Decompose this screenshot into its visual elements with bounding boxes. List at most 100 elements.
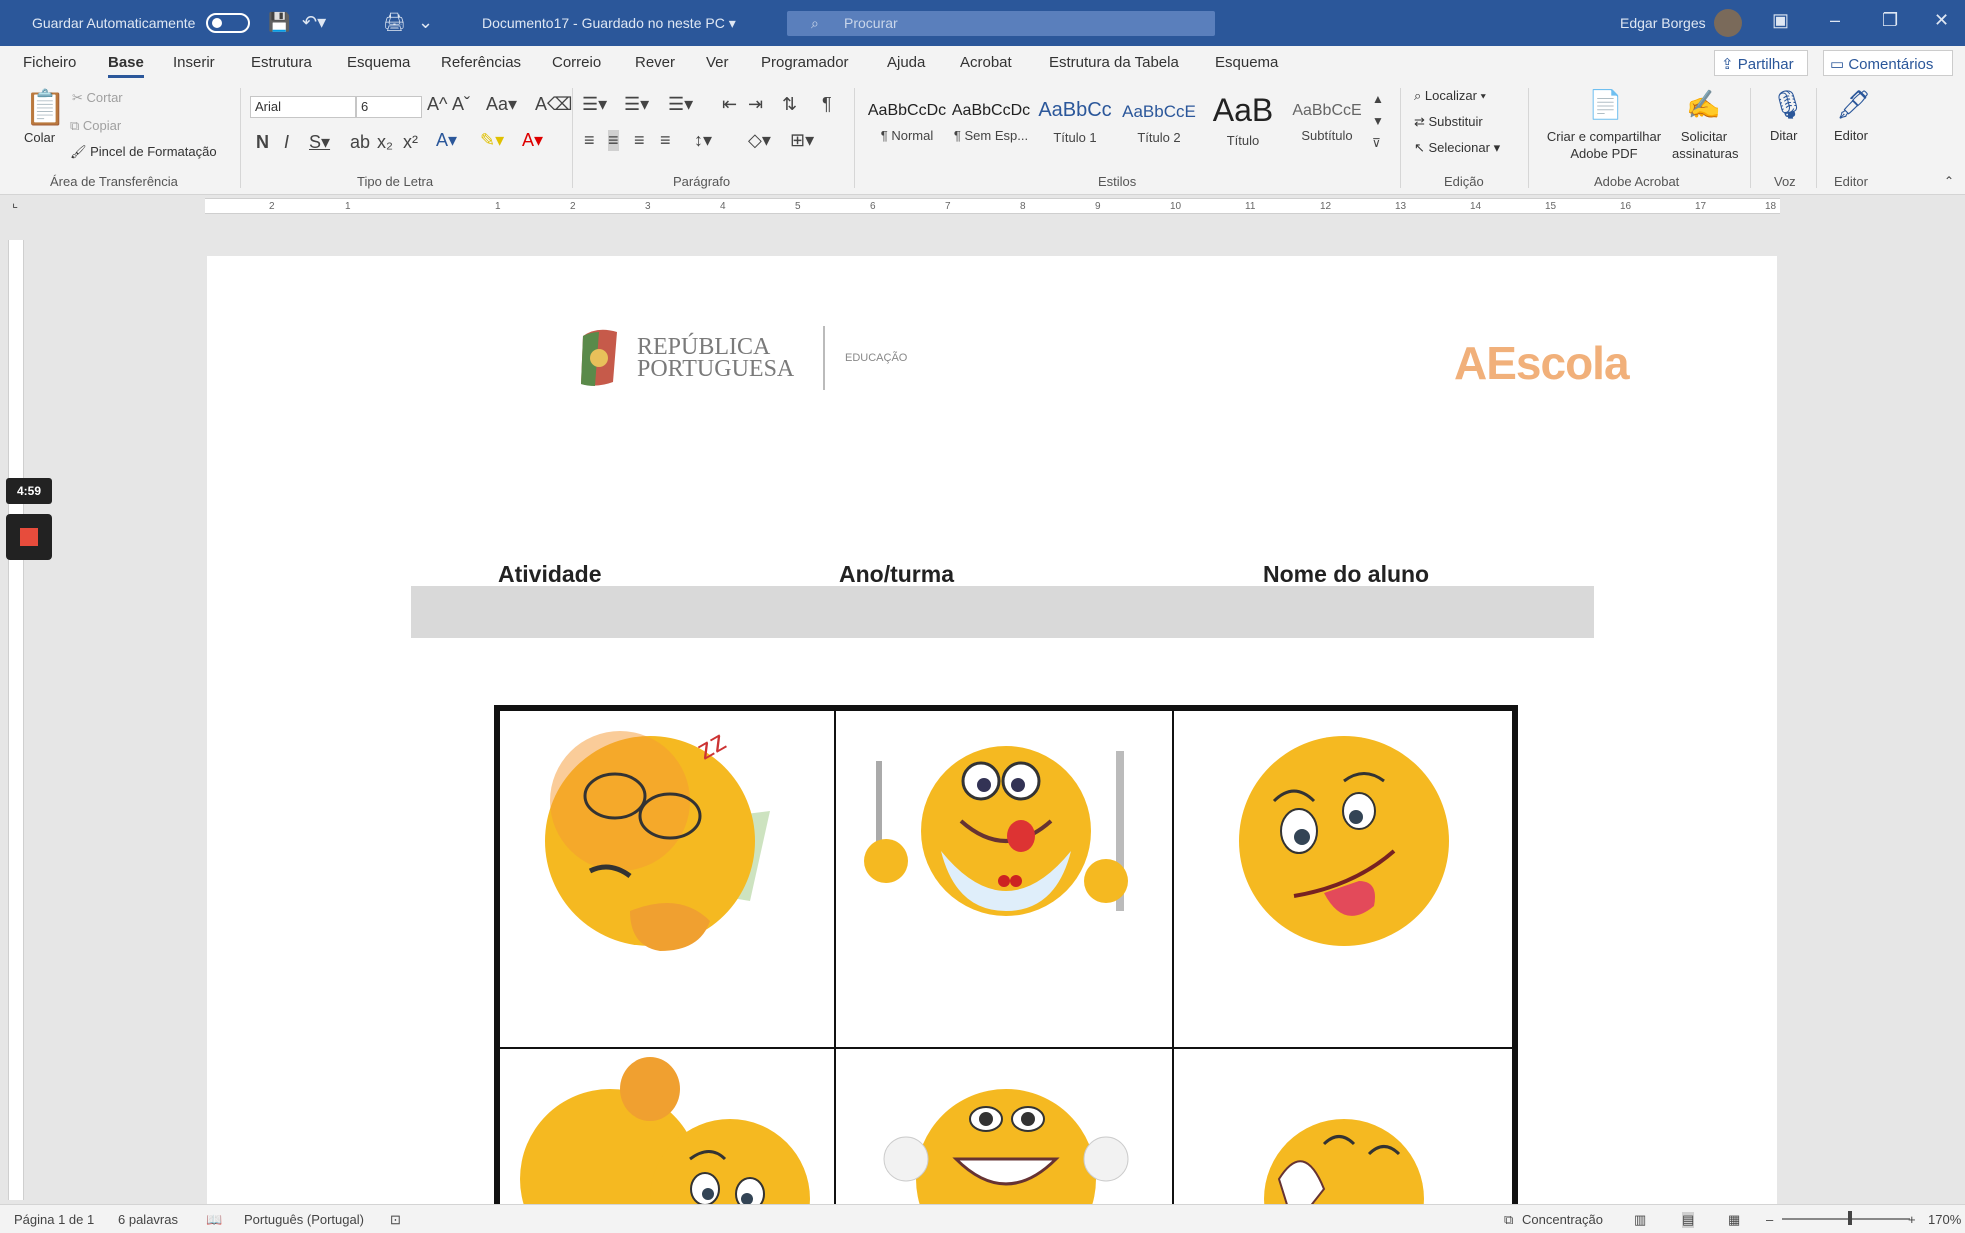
tab-ficheiro[interactable]: Ficheiro <box>23 54 76 71</box>
italic-icon[interactable]: I <box>284 132 289 153</box>
tab-esquema[interactable]: Esquema <box>347 54 410 71</box>
document-page[interactable]: REPÚBLICA PORTUGUESA EDUCAÇÃO AEscola At… <box>207 256 1777 1229</box>
focus-mode[interactable]: Concentração <box>1522 1212 1603 1227</box>
zoom-in-icon[interactable]: + <box>1908 1212 1916 1227</box>
vertical-ruler[interactable] <box>8 240 24 1200</box>
proofing-icon[interactable]: 📖 <box>206 1212 222 1228</box>
table-cell[interactable] <box>834 1047 1174 1229</box>
stop-recording-button[interactable] <box>6 514 52 560</box>
table-cell[interactable] <box>498 1047 836 1229</box>
increase-indent-icon[interactable]: ⇥ <box>748 94 763 115</box>
request-signatures-button[interactable]: Solicitar assinaturas <box>1672 128 1738 162</box>
font-name-box[interactable]: Arial <box>250 96 356 118</box>
ribbon-display-icon[interactable]: ▣ <box>1772 10 1789 31</box>
horizontal-ruler[interactable]: ⌞ 2 1 1 2 3 4 5 6 7 8 9 10 11 12 13 14 1… <box>0 195 1965 215</box>
ruler-strip[interactable]: 2 1 1 2 3 4 5 6 7 8 9 10 11 12 13 14 15 … <box>205 198 1780 214</box>
line-spacing-icon[interactable]: ↕▾ <box>694 130 712 151</box>
avatar[interactable] <box>1714 9 1742 37</box>
dictate-button[interactable]: Ditar <box>1770 128 1797 143</box>
emoji-table[interactable]: zz <box>494 705 1518 1229</box>
styles-scroll-down-icon[interactable]: ▼ <box>1372 114 1384 128</box>
tab-acrobat[interactable]: Acrobat <box>960 54 1012 71</box>
save-icon[interactable]: 💾 <box>268 12 290 33</box>
paste-button[interactable]: Colar <box>24 130 55 145</box>
print-icon[interactable]: 🖨 <box>383 12 406 33</box>
shrink-font-icon[interactable]: Aˇ <box>452 94 470 115</box>
accessibility-icon[interactable]: ⊡ <box>390 1212 401 1228</box>
zoom-level[interactable]: 170% <box>1928 1212 1961 1227</box>
strikethrough-icon[interactable]: ab <box>350 132 370 153</box>
table-cell[interactable]: zz <box>498 709 836 1049</box>
font-size-box[interactable]: 6 <box>356 96 422 118</box>
style-subtitle[interactable]: AaBbCcE Subtítulo <box>1286 92 1368 148</box>
user-name[interactable]: Edgar Borges <box>1620 15 1706 31</box>
minimize-icon[interactable]: – <box>1830 10 1840 31</box>
collapse-ribbon-icon[interactable]: ⌃ <box>1944 174 1954 188</box>
editor-button[interactable]: Editor <box>1834 128 1868 143</box>
style-normal[interactable]: AaBbCcDc ¶ Normal <box>866 92 948 148</box>
styles-scroll-up-icon[interactable]: ▲ <box>1372 92 1384 106</box>
tab-correio[interactable]: Correio <box>552 54 601 71</box>
justify-icon[interactable]: ≡ <box>660 130 671 151</box>
zoom-out-icon[interactable]: – <box>1766 1212 1773 1227</box>
tab-rever[interactable]: Rever <box>635 54 675 71</box>
tab-esquema-tabela[interactable]: Esquema <box>1215 54 1278 71</box>
comments-button[interactable]: ▭ Comentários <box>1823 50 1953 76</box>
search-box[interactable]: ⌕ Procurar <box>787 11 1215 36</box>
subscript-icon[interactable]: x₂ <box>377 132 393 153</box>
document-title[interactable]: Documento17 - Guardado no neste PC ▾ <box>482 15 736 32</box>
change-case-icon[interactable]: Aa▾ <box>486 94 517 115</box>
zoom-slider-thumb[interactable] <box>1848 1211 1852 1225</box>
find-button[interactable]: ⌕ Localizar ▾ <box>1414 88 1486 104</box>
grow-font-icon[interactable]: A^ <box>427 94 447 115</box>
read-mode-icon[interactable]: ▥ <box>1634 1212 1646 1228</box>
tab-base[interactable]: Base <box>108 54 144 78</box>
styles-more-icon[interactable]: ⊽ <box>1372 136 1381 150</box>
table-cell[interactable] <box>834 709 1174 1049</box>
restore-icon[interactable]: ❐ <box>1882 10 1898 31</box>
table-cell[interactable] <box>1172 1047 1514 1229</box>
align-center-icon[interactable]: ≡ <box>608 130 619 151</box>
style-no-spacing[interactable]: AaBbCcDc ¶ Sem Esp... <box>950 92 1032 148</box>
table-cell[interactable] <box>1172 709 1514 1049</box>
numbering-icon[interactable]: ☰▾ <box>624 94 649 115</box>
format-painter-button[interactable]: 🖌 Pincel de Formatação <box>70 144 217 160</box>
tab-estrutura[interactable]: Estrutura <box>251 54 312 71</box>
replace-button[interactable]: ⇄ Substituir <box>1414 114 1483 130</box>
customize-qat-icon[interactable]: ⌄ <box>418 12 433 33</box>
web-layout-icon[interactable]: ▦ <box>1728 1212 1740 1228</box>
borders-icon[interactable]: ⊞▾ <box>790 130 814 151</box>
page-count[interactable]: Página 1 de 1 <box>14 1212 94 1227</box>
shading-icon[interactable]: ◇▾ <box>748 130 771 151</box>
copy-button[interactable]: ⧉ Copiar <box>70 118 121 134</box>
tab-programador[interactable]: Programador <box>761 54 849 71</box>
style-heading-1[interactable]: AaBbCc Título 1 <box>1034 92 1116 148</box>
autosave-toggle[interactable] <box>206 13 250 33</box>
tab-inserir[interactable]: Inserir <box>173 54 215 71</box>
undo-icon[interactable]: ↶▾ <box>302 12 326 33</box>
font-color-icon[interactable]: A▾ <box>522 130 543 151</box>
style-heading-2[interactable]: AaBbCcE Título 2 <box>1118 92 1200 148</box>
highlight-icon[interactable]: ✎▾ <box>480 130 504 151</box>
print-layout-icon[interactable]: ▤ <box>1682 1212 1695 1228</box>
align-left-icon[interactable]: ≡ <box>584 130 595 151</box>
superscript-icon[interactable]: x² <box>403 132 418 153</box>
align-right-icon[interactable]: ≡ <box>634 130 645 151</box>
language-status[interactable]: Português (Portugal) <box>244 1212 364 1227</box>
underline-icon[interactable]: S▾ <box>309 132 330 153</box>
bullets-icon[interactable]: ☰▾ <box>582 94 607 115</box>
tab-ajuda[interactable]: Ajuda <box>887 54 925 71</box>
multilevel-icon[interactable]: ☰▾ <box>668 94 693 115</box>
select-button[interactable]: ↖ Selecionar ▾ <box>1414 140 1500 156</box>
close-icon[interactable]: ✕ <box>1934 10 1949 31</box>
tab-estrutura-tabela[interactable]: Estrutura da Tabela <box>1049 54 1179 71</box>
tab-referencias[interactable]: Referências <box>441 54 521 71</box>
tab-ver[interactable]: Ver <box>706 54 729 71</box>
decrease-indent-icon[interactable]: ⇤ <box>722 94 737 115</box>
sort-icon[interactable]: ⇅ <box>782 94 797 115</box>
cut-button[interactable]: ✂ Cortar <box>72 90 123 106</box>
header-fill-row[interactable] <box>411 586 1594 638</box>
paste-icon[interactable]: 📋 <box>24 88 66 128</box>
bold-icon[interactable]: N <box>256 132 269 153</box>
text-effects-icon[interactable]: A▾ <box>436 130 457 151</box>
